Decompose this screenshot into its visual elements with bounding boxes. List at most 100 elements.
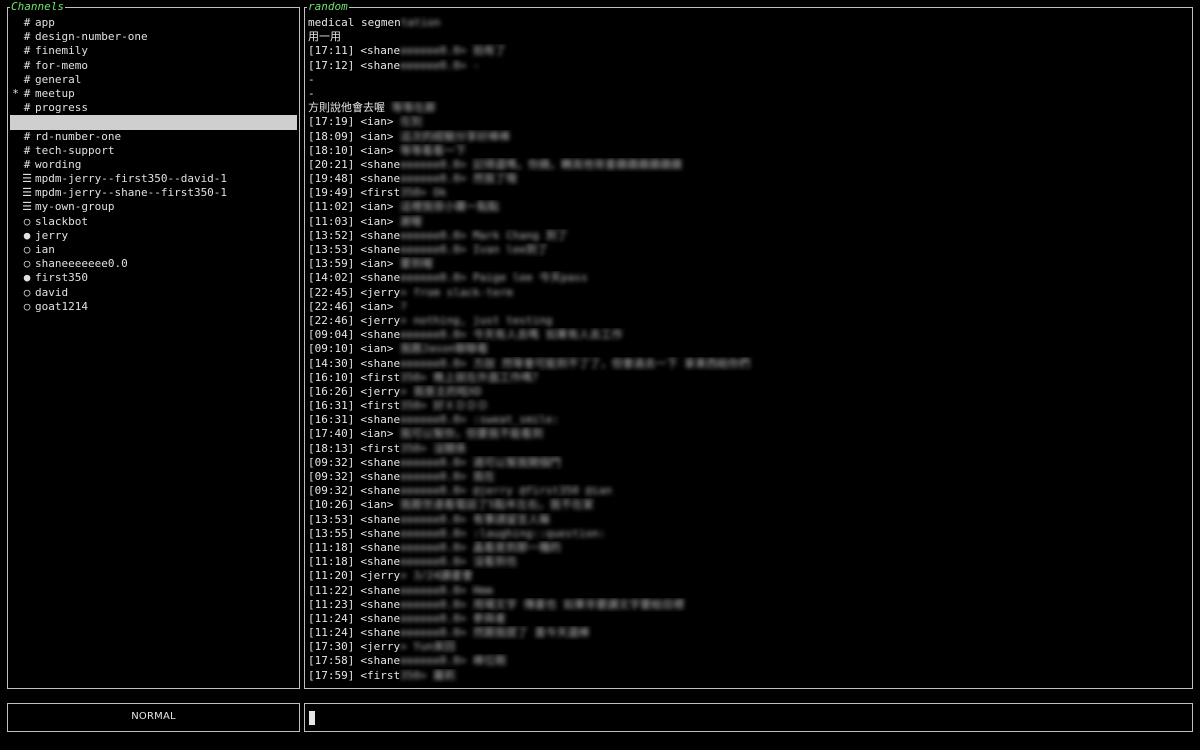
message-text-redacted: eeeeee0.0> :sweat_smile: xyxy=(400,413,560,427)
message-author: <jerry xyxy=(360,640,401,654)
message-line: [11:22] <shaneeeeeee0.0> Hmm xyxy=(308,584,1188,598)
message-author: <first xyxy=(360,186,401,200)
message-timestamp: [22:46] xyxy=(308,313,355,327)
channel-item[interactable]: ○ ian xyxy=(10,243,297,257)
message-timestamp: [22:46] xyxy=(308,299,355,313)
message-line: [11:24] <shaneeeeeee0.0> 參與者 xyxy=(308,612,1188,626)
message-text-redacted: eeeeee0.0> :laughing::question: xyxy=(400,526,606,540)
channel-item[interactable]: # progress xyxy=(10,101,297,115)
channel-label: general xyxy=(35,72,82,86)
message-timestamp: [13:55] xyxy=(308,526,355,540)
message-text-redacted: eeeeee0.0> 晶看是到那一種的 xyxy=(400,540,561,554)
message-author: <first xyxy=(360,370,401,384)
user-offline-icon: ○ xyxy=(23,299,31,313)
message-text-redacted: tation xyxy=(400,16,441,29)
message-author: <shane xyxy=(360,455,401,469)
message-text-redacted: eeeeee0.0> 然跟我提了 喜今天還棒 xyxy=(400,626,590,640)
message-line: [11:23] <shaneeeeeee0.0> 用場文字 傳書也 如果非要讀文字… xyxy=(308,598,1188,612)
channel-label: design-number-one xyxy=(35,30,148,44)
message-line: [18:13] <first350> 沒關係 xyxy=(308,442,1188,456)
message-line: [22:46] <ian> ? xyxy=(308,300,1188,314)
message-line: [09:32] <shaneeeeeee0.0> 週可以幫我開個門 xyxy=(308,456,1188,470)
message-line: [13:53] <shaneeeeeee0.0> Ivan lee到了 xyxy=(308,243,1188,257)
message-line: [10:26] <ian> 我跟世達看電話了5點半左右，我不在家 xyxy=(308,498,1188,512)
channel-hash-icon: # xyxy=(23,58,31,72)
channel-label: app xyxy=(35,16,55,29)
message-text: 用一用 xyxy=(308,30,341,44)
channel-item[interactable] xyxy=(10,115,297,130)
message-timestamp: [10:26] xyxy=(308,498,355,512)
channel-item[interactable]: # for-memo xyxy=(10,59,297,73)
message-line: [19:49] <first350> Ok xyxy=(308,186,1188,200)
message-text-redacted: eeeeee0.0> - xyxy=(400,58,480,72)
channel-label: ian xyxy=(35,243,55,256)
channel-item[interactable]: ☰ mpdm-jerry--shane--first350-1 xyxy=(10,186,297,200)
message-line: [20:21] <shaneeeeeee0.0> 記得還嗎，你摘，轉其他背書蘋蘋蘋… xyxy=(308,158,1188,172)
message-author: <shane xyxy=(360,512,401,526)
channel-label: rd-number-one xyxy=(35,129,122,143)
message-author: <shane xyxy=(360,526,401,540)
message-line: 用一用 xyxy=(308,30,1188,44)
message-text-redacted: 350> 好ＸＤＤＤ xyxy=(400,399,489,413)
message-author: <ian> xyxy=(360,200,394,214)
message-text: medical segmen xyxy=(308,16,401,29)
message-author: <jerry xyxy=(360,313,401,327)
message-text-redacted: eeeeee0.0> 記得還嗎，你摘，轉其他背書蘋蘋蘋蘋蘋蘋 xyxy=(400,157,682,171)
message-text-redacted: 350> 蘿莉 xyxy=(400,668,456,682)
message-text-redacted: > Yun來回 xyxy=(400,640,456,654)
channel-item[interactable]: ○ goat1214 xyxy=(10,300,297,314)
message-line: [13:59] <ian> 要到喔 xyxy=(308,257,1188,271)
message-line: [09:32] <shaneeeeeee0.0> @jerry @first350… xyxy=(308,484,1188,498)
message-text-redacted: 350> 晚上就在外面工作嗎？ xyxy=(400,370,544,384)
channel-item[interactable]: # wording xyxy=(10,158,297,172)
message-author: <first xyxy=(360,668,401,682)
message-text-redacted: 在別 xyxy=(393,115,423,129)
message-text-redacted: eeeeee0.0> 週可以幫我開個門 xyxy=(400,455,561,469)
message-timestamp: [18:09] xyxy=(308,129,355,143)
message-text-redacted: eeeeee0.0> Ivan lee到了 xyxy=(400,243,548,256)
channel-item[interactable]: # finemily xyxy=(10,44,297,58)
channel-hash-icon: # xyxy=(23,44,31,58)
message-input[interactable] xyxy=(304,703,1193,732)
message-line: [09:04] <shaneeeeeee0.0> 今天有人去嗎 如果有人去工作 xyxy=(308,328,1188,342)
message-text-redacted: 我跟Jason聊聊看 xyxy=(393,342,489,356)
message-text-redacted: 350> Ok xyxy=(400,186,447,200)
message-text-redacted: eeeeee0.0> @jerry @first350 @ian xyxy=(400,484,613,498)
channel-item[interactable]: ○ slackbot xyxy=(10,215,297,229)
message-author: <shane xyxy=(360,271,401,285)
message-author: <shane xyxy=(360,555,401,569)
message-text: - xyxy=(308,86,315,100)
channel-label: mpdm-jerry--first350--david-1 xyxy=(35,172,228,186)
channel-item[interactable]: ○ david xyxy=(10,286,297,300)
message-text-redacted: ? xyxy=(393,299,407,313)
message-line: [16:26] <jerry> 我是主的啦XD xyxy=(308,385,1188,399)
channel-item[interactable]: * # meetup xyxy=(10,87,297,101)
channel-item[interactable]: # design-number-one xyxy=(10,30,297,44)
message-line: [14:30] <shaneeeeeee0.0> 方說 然等會可能到不了了，但會過… xyxy=(308,357,1188,371)
message-line: [11:18] <shaneeeeeee0.0> 晶看是到那一種的 xyxy=(308,541,1188,555)
channel-item[interactable]: ● first350 xyxy=(10,271,297,285)
message-line: [16:31] <first350> 好ＸＤＤＤ xyxy=(308,399,1188,413)
message-text-redacted: > 我是主的啦XD xyxy=(400,384,482,398)
message-line: [17:59] <first350> 蘿莉 xyxy=(308,669,1188,683)
channels-panel: Channels # app # design-number-one # finemily… xyxy=(7,0,300,689)
message-timestamp: [13:53] xyxy=(308,512,355,526)
message-text-redacted: 等等看看一下 xyxy=(393,143,467,157)
message-author: <shane xyxy=(360,44,401,58)
channel-item[interactable]: ☰ mpdm-jerry--first350--david-1 xyxy=(10,172,297,186)
channel-hash-icon: # xyxy=(23,129,31,143)
message-timestamp: [13:59] xyxy=(308,257,355,271)
channel-item[interactable]: ○ shaneeeeeee0.0 xyxy=(10,257,297,271)
channel-item[interactable]: ● jerry xyxy=(10,229,297,243)
channel-item[interactable]: # general xyxy=(10,73,297,87)
message-text-redacted: eeeeee0.0> 沒看到也 xyxy=(400,555,517,569)
channel-label: shaneeeeeee0.0 xyxy=(35,257,128,271)
channel-item[interactable]: # rd-number-one xyxy=(10,130,297,144)
message-list[interactable]: medical segmentation 用一用 [17:11] <shaneeeee… xyxy=(308,16,1188,683)
channel-item[interactable]: ☰ my-own-group xyxy=(10,200,297,214)
channel-item[interactable]: # tech-support xyxy=(10,144,297,158)
message-line: [16:31] <shaneeeeeee0.0> :sweat_smile: xyxy=(308,413,1188,427)
channel-label: progress xyxy=(35,101,88,115)
channel-item[interactable]: # app xyxy=(10,16,297,30)
message-line: [22:45] <jerry> from slack-term xyxy=(308,286,1188,300)
